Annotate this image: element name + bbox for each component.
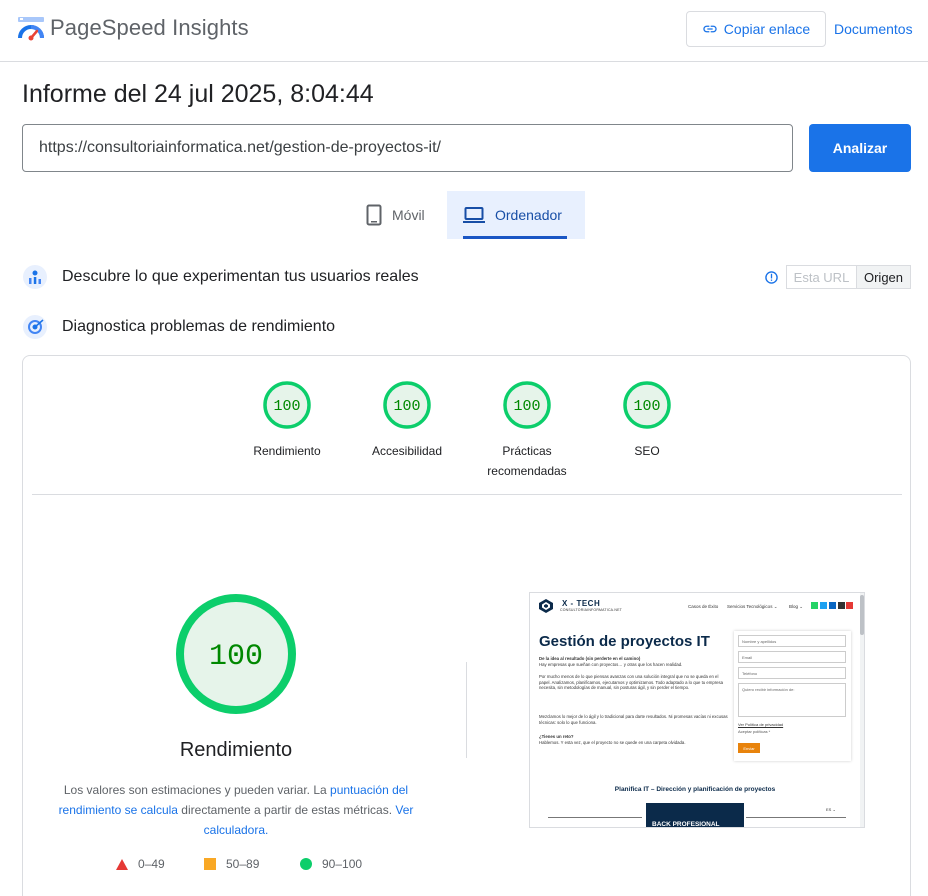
site-paragraph: Mezclamos lo mejor de lo ágil y lo tradi…: [539, 714, 728, 725]
performance-label: Rendimiento: [179, 739, 293, 761]
copy-link-button[interactable]: Copiar enlace: [686, 11, 826, 47]
lab-diagnose-icon: [23, 315, 47, 339]
score-label-performance: Rendimiento: [253, 444, 321, 458]
site-paragraph: Por mucho menos de lo que piensas avanza…: [539, 674, 724, 691]
info-icon[interactable]: [765, 271, 778, 284]
legend-average: 50–89: [204, 857, 259, 871]
linkedin-icon: [829, 602, 836, 609]
site-banner: BACK PROFESIONAL: [646, 803, 744, 828]
top-bar: PageSpeed Insights Copiar enlace Documen…: [0, 0, 928, 62]
site-accept-label: Aceptar políticas *: [738, 729, 771, 734]
site-nav-item: Casos de Éxito: [688, 604, 719, 609]
score-value: 100: [513, 398, 540, 415]
score-value: 100: [273, 398, 300, 415]
toggle-this-url[interactable]: Esta URL: [786, 265, 857, 289]
analyze-button[interactable]: Analizar: [809, 124, 911, 172]
screenshot-scrollbar: [860, 593, 864, 827]
pagespeed-logo-icon[interactable]: [16, 14, 46, 44]
field-data-title: Descubre lo que experimentan tus usuario…: [62, 268, 419, 285]
social-icon: [838, 602, 845, 609]
site-form-field: Email: [738, 651, 846, 663]
site-form-field: Teléfono: [738, 667, 846, 679]
site-paragraph: De la idea al resultado (sin perderte en…: [539, 656, 641, 661]
tab-desktop-label: Ordenador: [495, 207, 562, 223]
score-gauge-seo[interactable]: 100: [622, 380, 672, 430]
site-form-field: Nombre y apellidos: [738, 635, 846, 647]
app-title[interactable]: PageSpeed Insights: [50, 15, 249, 41]
site-form-field: Quiero recibir información de:: [738, 683, 846, 717]
score-gauge-best-practices[interactable]: 100: [502, 380, 552, 430]
disclaimer-text: directamente a partir de estas métricas.: [177, 803, 396, 817]
site-contact-form: Nombre y apellidos Email Teléfono Quiero…: [734, 631, 851, 761]
site-nav-item: Servicios Tecnológicos ⌄: [727, 604, 778, 609]
site-rule: [548, 817, 642, 818]
site-paragraph: ¿Tienes un reto?: [539, 734, 574, 739]
legend-pass: 90–100: [300, 857, 362, 871]
site-banner-text: BACK PROFESIONAL: [652, 821, 720, 828]
final-screenshot: X - TECH CONSULTORIAINFORMATICA.NET Caso…: [529, 592, 865, 828]
tab-selected-indicator: [463, 236, 567, 239]
site-nav-item: Blog ⌄: [789, 604, 804, 609]
copy-link-label: Copiar enlace: [723, 21, 811, 37]
performance-gauge-large: 100: [176, 594, 296, 714]
score-label-line: recomendadas: [487, 464, 567, 478]
legend-range: 90–100: [322, 857, 363, 871]
site-subheading: Planifica IT – Dirección y planificación…: [614, 786, 776, 793]
users-chart-icon: [23, 265, 47, 289]
score-value: 100: [393, 398, 420, 415]
score-value: 100: [633, 398, 660, 415]
site-heading: Gestión de proyectos IT: [539, 633, 710, 650]
diagnose-title: Diagnostica problemas de rendimiento: [62, 318, 336, 335]
whatsapp-icon: [811, 602, 818, 609]
site-paragraph: Hay empresas que sueñan con proyectos… y…: [539, 662, 683, 667]
site-paragraph: Hablemos. Y esta vez, que el proyecto no…: [539, 740, 686, 745]
legend-range: 0–49: [138, 857, 165, 871]
orange-square-icon: [204, 858, 216, 870]
diagnose-section-header: Diagnostica problemas de rendimiento: [22, 314, 335, 340]
tab-mobile-label: Móvil: [392, 207, 425, 223]
toggle-origin[interactable]: Origen: [856, 265, 911, 289]
site-rule: [746, 817, 846, 818]
score-label-accessibility: Accesibilidad: [371, 444, 443, 458]
tab-mobile[interactable]: Móvil: [352, 191, 447, 239]
score-label-line: Prácticas: [502, 444, 552, 458]
site-language-selector: ES ⌄: [826, 807, 836, 812]
red-triangle-icon: [116, 858, 128, 870]
legend-fail: 0–49: [116, 857, 165, 871]
field-data-section-header: Descubre lo que experimentan tus usuario…: [22, 264, 419, 290]
green-circle-icon: [300, 858, 312, 870]
card-divider: [32, 494, 902, 495]
site-brand: X - TECH: [562, 599, 601, 608]
url-input[interactable]: [22, 124, 793, 172]
docs-link[interactable]: Documentos: [834, 21, 913, 37]
xtech-logo-icon: [539, 599, 553, 613]
tab-desktop[interactable]: Ordenador: [447, 191, 585, 239]
score-gauge-performance[interactable]: 100: [262, 380, 312, 430]
legend-range: 50–89: [226, 857, 260, 871]
link-icon: [703, 25, 717, 33]
site-brand-sub: CONSULTORIAINFORMATICA.NET: [560, 608, 622, 612]
site-send-button: Enviar: [738, 743, 760, 753]
disclaimer-text: Los valores son estimaciones y pueden va…: [63, 783, 331, 797]
site-privacy-link: Ver Política de privacidad: [738, 722, 784, 727]
social-icon: [820, 602, 827, 609]
mobile-icon: [366, 204, 382, 226]
report-title: Informe del 24 jul 2025, 8:04:44: [22, 80, 374, 108]
laptop-icon: [463, 207, 485, 223]
vertical-separator: [466, 662, 467, 758]
performance-score-value: 100: [209, 640, 263, 674]
score-label-seo: SEO: [634, 444, 660, 458]
performance-disclaimer: Los valores son estimaciones y pueden va…: [56, 780, 416, 840]
score-label-best-practices: Prácticas recomendadas: [467, 441, 587, 481]
social-icon: [846, 602, 853, 609]
score-gauge-accessibility[interactable]: 100: [382, 380, 432, 430]
